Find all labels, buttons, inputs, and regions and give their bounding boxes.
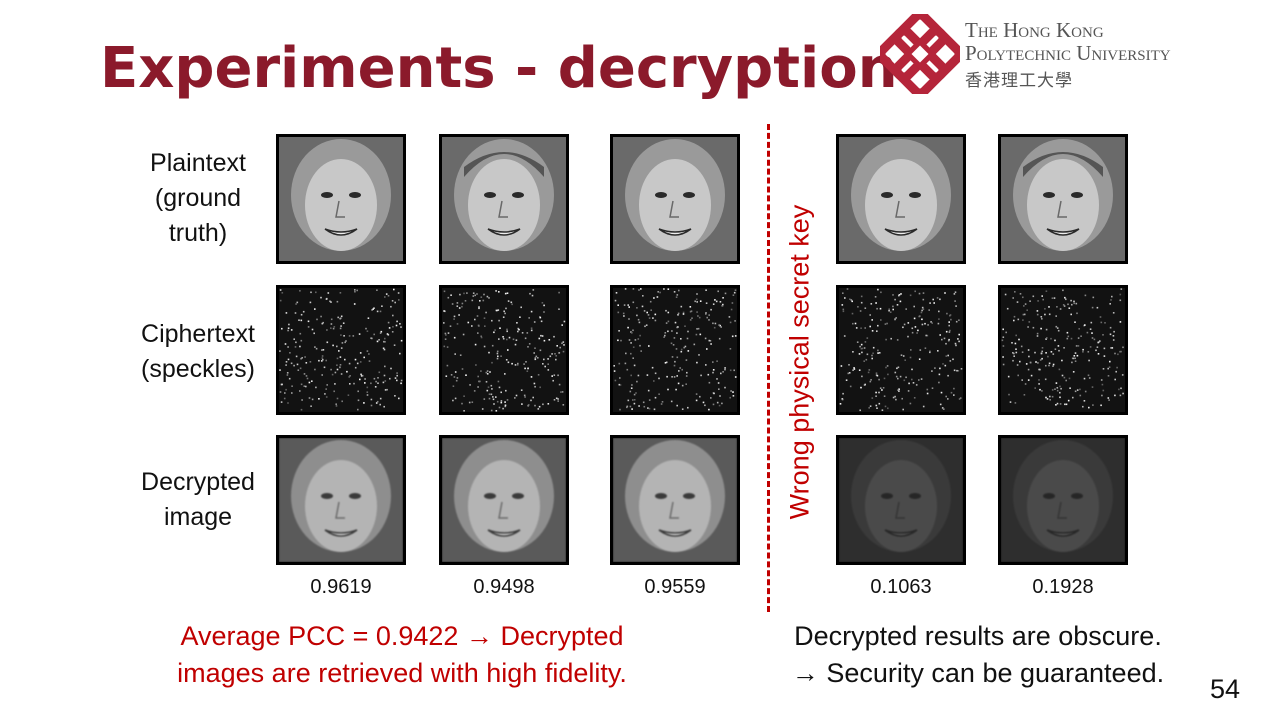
label-line: Ciphertext <box>141 320 255 348</box>
decrypted-image-3 <box>610 435 740 565</box>
plaintext-image-2 <box>439 134 569 264</box>
ciphertext-speckle-5 <box>998 285 1128 415</box>
slide-title: Experiments - decryption <box>100 36 898 101</box>
decrypted-image-5 <box>998 435 1128 565</box>
pcc-value: 0.9559 <box>644 576 706 598</box>
security-note: Decrypted results are obscure. → Securit… <box>748 618 1208 692</box>
wrong-key-label: Wrong physical secret key <box>784 204 815 520</box>
note-line: Decrypted results are obscure. <box>794 621 1162 651</box>
slide: Experiments - decryption The Hong Kong P… <box>0 0 1280 720</box>
row-label-decrypted: Decrypted image <box>103 465 293 535</box>
plaintext-image-4 <box>836 134 966 264</box>
row-label-ciphertext: Ciphertext (speckles) <box>103 317 293 387</box>
ciphertext-speckle-1 <box>276 285 406 415</box>
wrong-key-divider <box>767 124 770 612</box>
decrypted-image-1 <box>276 435 406 565</box>
pcc-value: 0.1928 <box>1032 576 1094 598</box>
logo-text-chinese: 香港理工大學 <box>965 71 1073 91</box>
university-logo: The Hong Kong Polytechnic University 香港理… <box>880 14 1275 94</box>
pcc-value: 0.9619 <box>310 576 372 598</box>
row-label-plaintext: Plaintext (ground truth) <box>103 146 293 251</box>
label-line: Plaintext <box>150 149 246 177</box>
label-line: (speckles) <box>141 355 255 383</box>
decrypted-image-4 <box>836 435 966 565</box>
note-line: → Security can be guaranteed. <box>791 658 1165 688</box>
note-line: Average PCC = 0.9422 → Decrypted <box>180 621 624 651</box>
pcc-value: 0.1063 <box>870 576 932 598</box>
logo-text-line2: Polytechnic University <box>965 41 1171 65</box>
ciphertext-speckle-4 <box>836 285 966 415</box>
plaintext-image-5 <box>998 134 1128 264</box>
pcc-summary-note: Average PCC = 0.9422 → Decrypted images … <box>112 618 692 692</box>
label-line: image <box>163 503 233 531</box>
label-line: (ground <box>154 184 242 212</box>
polyu-logo-mark-icon <box>880 14 960 94</box>
label-line: truth) <box>168 219 228 247</box>
decrypted-image-2 <box>439 435 569 565</box>
label-line: Decrypted <box>141 468 255 496</box>
logo-text-line1: The Hong Kong <box>965 18 1104 42</box>
plaintext-image-1 <box>276 134 406 264</box>
slide-number: 54 <box>1210 674 1241 704</box>
note-line: images are retrieved with high fidelity. <box>177 658 627 688</box>
ciphertext-speckle-3 <box>610 285 740 415</box>
ciphertext-speckle-2 <box>439 285 569 415</box>
pcc-value: 0.9498 <box>473 576 535 598</box>
plaintext-image-3 <box>610 134 740 264</box>
